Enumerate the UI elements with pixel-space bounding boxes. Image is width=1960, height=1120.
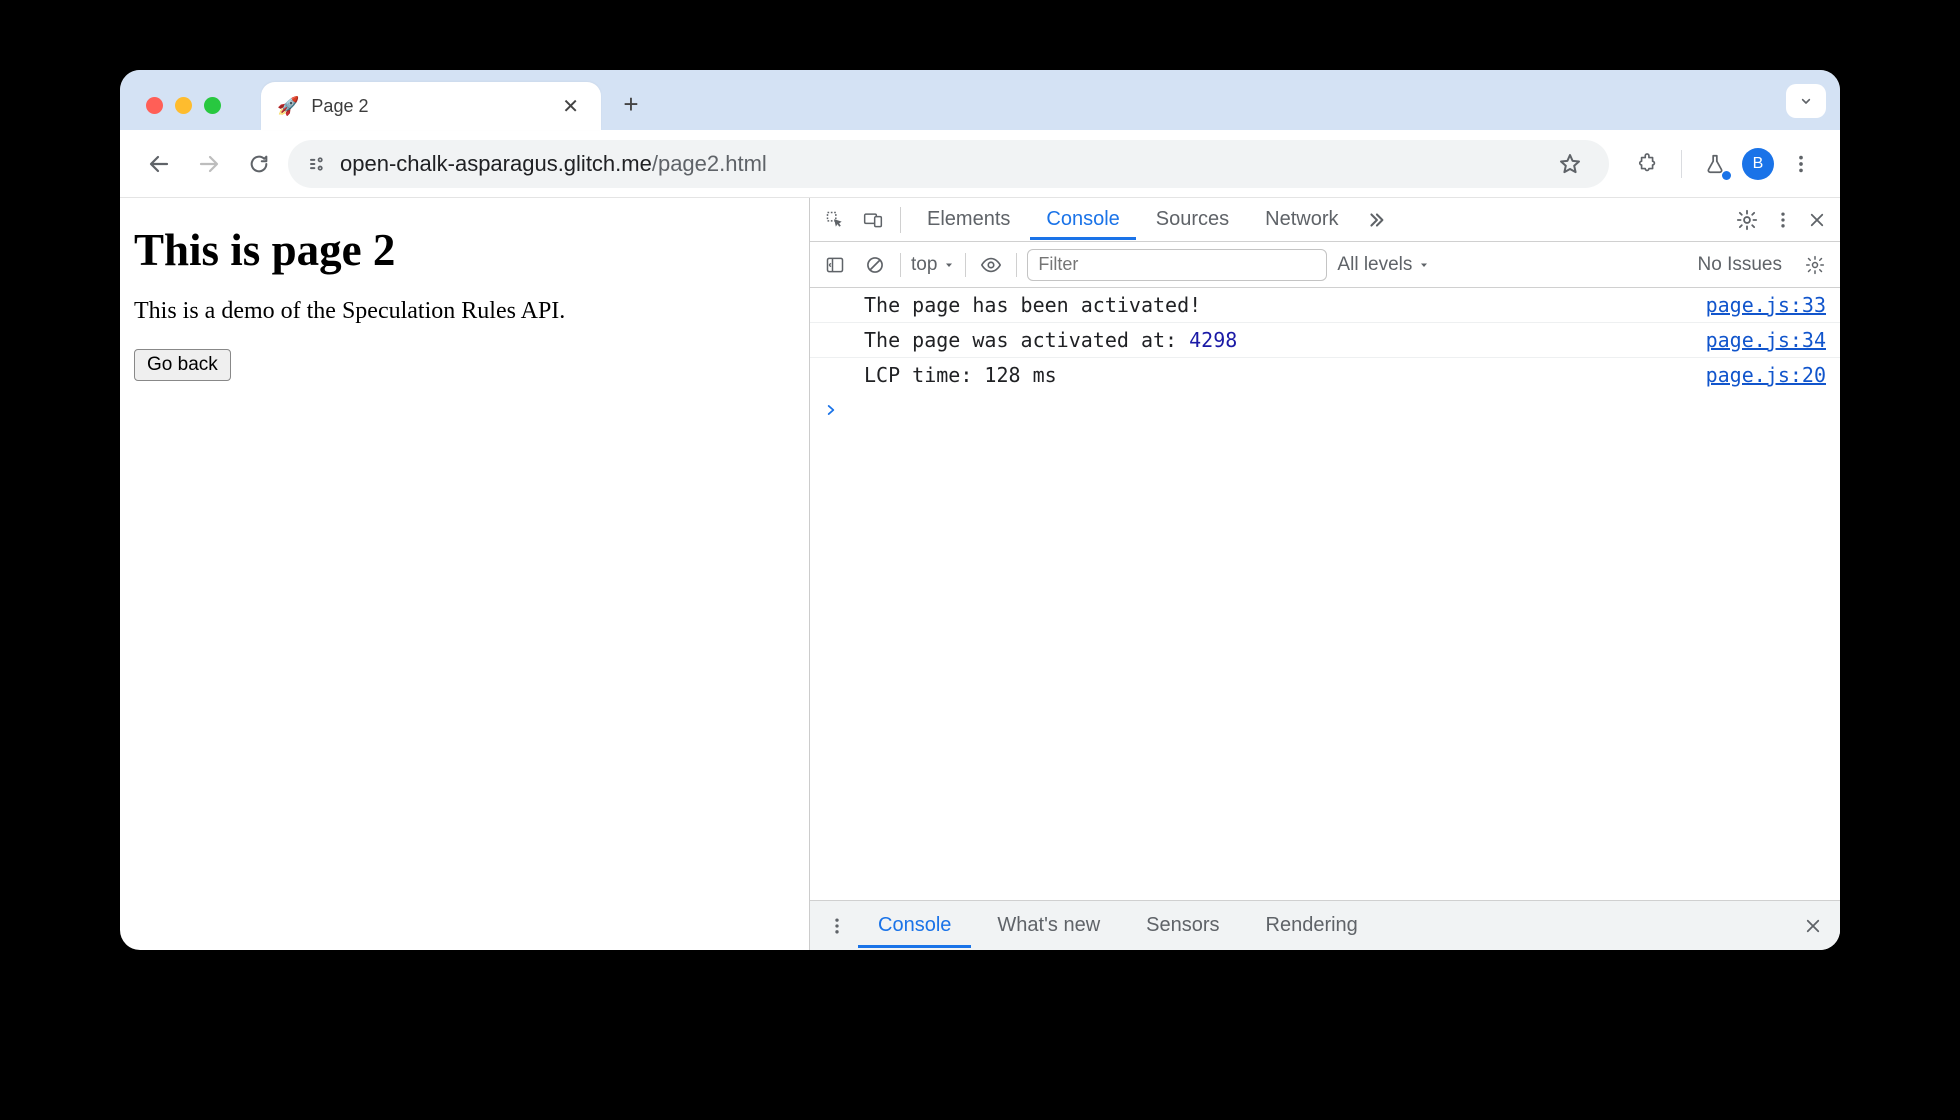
- tab-elements[interactable]: Elements: [911, 200, 1026, 239]
- drawer-tab-console[interactable]: Console: [858, 904, 971, 948]
- eye-icon: [980, 254, 1002, 276]
- browser-window: 🚀 Page 2 ✕ + open-chalk-asparagus.glitch…: [120, 70, 1840, 950]
- nav-back-button[interactable]: [138, 143, 180, 185]
- tab-sources[interactable]: Sources: [1140, 200, 1245, 239]
- page-paragraph: This is a demo of the Speculation Rules …: [134, 298, 795, 325]
- url-text: open-chalk-asparagus.glitch.me/page2.htm…: [340, 151, 767, 177]
- log-levels-selector[interactable]: All levels: [1337, 254, 1430, 276]
- console-log-row: LCP time: 128 ms page.js:20: [810, 358, 1840, 392]
- clear-console-button[interactable]: [860, 250, 890, 280]
- tab-strip: 🚀 Page 2 ✕ +: [120, 70, 1840, 130]
- gear-icon: [1736, 209, 1758, 231]
- gear-icon: [1805, 255, 1825, 275]
- drawer-tab-rendering[interactable]: Rendering: [1246, 904, 1378, 947]
- site-settings-icon[interactable]: [306, 154, 326, 174]
- bookmark-button[interactable]: [1549, 143, 1591, 185]
- more-tabs-button[interactable]: [1359, 199, 1393, 241]
- arrow-left-icon: [147, 152, 171, 176]
- arrow-right-icon: [197, 152, 221, 176]
- console-toolbar: top All levels No Issues: [810, 242, 1840, 288]
- devtools-drawer: Console What's new Sensors Rendering: [810, 900, 1840, 950]
- notification-dot-icon: [1722, 171, 1731, 180]
- window-minimize-button[interactable]: [175, 97, 192, 114]
- log-source-link[interactable]: page.js:33: [1706, 293, 1826, 317]
- drawer-menu-button[interactable]: [822, 905, 852, 947]
- toolbar-right: B: [1617, 143, 1822, 185]
- console-output: The page has been activated! page.js:33 …: [810, 288, 1840, 900]
- new-tab-button[interactable]: +: [611, 89, 651, 130]
- profile-avatar[interactable]: B: [1742, 148, 1774, 180]
- close-icon: [1804, 917, 1822, 935]
- chevron-right-icon: [824, 403, 838, 417]
- devtools-close-button[interactable]: [1802, 199, 1832, 241]
- traffic-lights: [134, 97, 233, 130]
- execution-context-selector[interactable]: top: [911, 254, 955, 276]
- drawer-tab-whatsnew[interactable]: What's new: [977, 904, 1120, 947]
- log-source-link[interactable]: page.js:20: [1706, 363, 1826, 387]
- console-log-row: The page has been activated! page.js:33: [810, 288, 1840, 323]
- log-message: LCP time: 128 ms: [864, 363, 1057, 387]
- console-filter-input[interactable]: [1027, 249, 1327, 281]
- clear-icon: [865, 255, 885, 275]
- drawer-close-button[interactable]: [1798, 905, 1828, 947]
- toolbar-divider: [1681, 150, 1682, 178]
- devtools-panel: Elements Console Sources Network: [810, 198, 1840, 950]
- kebab-icon: [827, 916, 847, 936]
- window-zoom-button[interactable]: [204, 97, 221, 114]
- devtools-settings-button[interactable]: [1730, 199, 1764, 241]
- levels-label: All levels: [1337, 254, 1412, 276]
- kebab-icon: [1773, 210, 1793, 230]
- live-expression-button[interactable]: [976, 250, 1006, 280]
- labs-button[interactable]: [1694, 143, 1736, 185]
- sidebar-icon: [825, 255, 845, 275]
- window-close-button[interactable]: [146, 97, 163, 114]
- nav-forward-button[interactable]: [188, 143, 230, 185]
- issues-button[interactable]: No Issues: [1698, 254, 1782, 276]
- device-toolbar-button[interactable]: [856, 203, 890, 237]
- extensions-button[interactable]: [1627, 143, 1669, 185]
- address-bar[interactable]: open-chalk-asparagus.glitch.me/page2.htm…: [288, 140, 1609, 188]
- console-settings-button[interactable]: [1800, 250, 1830, 280]
- log-source-link[interactable]: page.js:34: [1706, 328, 1826, 352]
- drawer-tab-sensors[interactable]: Sensors: [1126, 904, 1239, 947]
- star-icon: [1558, 152, 1582, 176]
- content-area: This is page 2 This is a demo of the Spe…: [120, 198, 1840, 950]
- browser-toolbar: open-chalk-asparagus.glitch.me/page2.htm…: [120, 130, 1840, 198]
- tabs-dropdown-button[interactable]: [1786, 84, 1826, 118]
- page-viewport: This is page 2 This is a demo of the Spe…: [120, 198, 810, 950]
- tab-network[interactable]: Network: [1249, 200, 1354, 239]
- context-label: top: [911, 254, 937, 276]
- tab-title: Page 2: [311, 96, 544, 117]
- reload-icon: [248, 153, 270, 175]
- triangle-down-icon: [943, 259, 955, 271]
- go-back-button[interactable]: Go back: [134, 349, 231, 381]
- devtools-menu-button[interactable]: [1768, 199, 1798, 241]
- tab-console[interactable]: Console: [1030, 200, 1135, 240]
- console-prompt[interactable]: [810, 392, 1840, 428]
- tab-close-button[interactable]: ✕: [556, 94, 585, 119]
- tab-favicon-icon: 🚀: [277, 96, 299, 117]
- page-heading: This is page 2: [134, 224, 795, 276]
- reload-button[interactable]: [238, 143, 280, 185]
- avatar-initial: B: [1753, 155, 1764, 173]
- log-message: The page was activated at:: [864, 328, 1189, 352]
- devtools-tabbar: Elements Console Sources Network: [810, 198, 1840, 242]
- log-message: The page has been activated!: [864, 293, 1201, 317]
- kebab-icon: [1790, 153, 1812, 175]
- puzzle-icon: [1637, 153, 1659, 175]
- toggle-sidebar-button[interactable]: [820, 250, 850, 280]
- chevrons-right-icon: [1365, 209, 1387, 231]
- inspect-element-button[interactable]: [818, 203, 852, 237]
- inspect-icon: [825, 210, 845, 230]
- chrome-menu-button[interactable]: [1780, 143, 1822, 185]
- console-log-row: The page was activated at: 4298 page.js:…: [810, 323, 1840, 358]
- chevron-down-icon: [1798, 93, 1814, 109]
- triangle-down-icon: [1418, 259, 1430, 271]
- close-icon: [1808, 211, 1826, 229]
- browser-tab[interactable]: 🚀 Page 2 ✕: [261, 82, 601, 130]
- devices-icon: [863, 210, 883, 230]
- log-number: 4298: [1189, 328, 1237, 352]
